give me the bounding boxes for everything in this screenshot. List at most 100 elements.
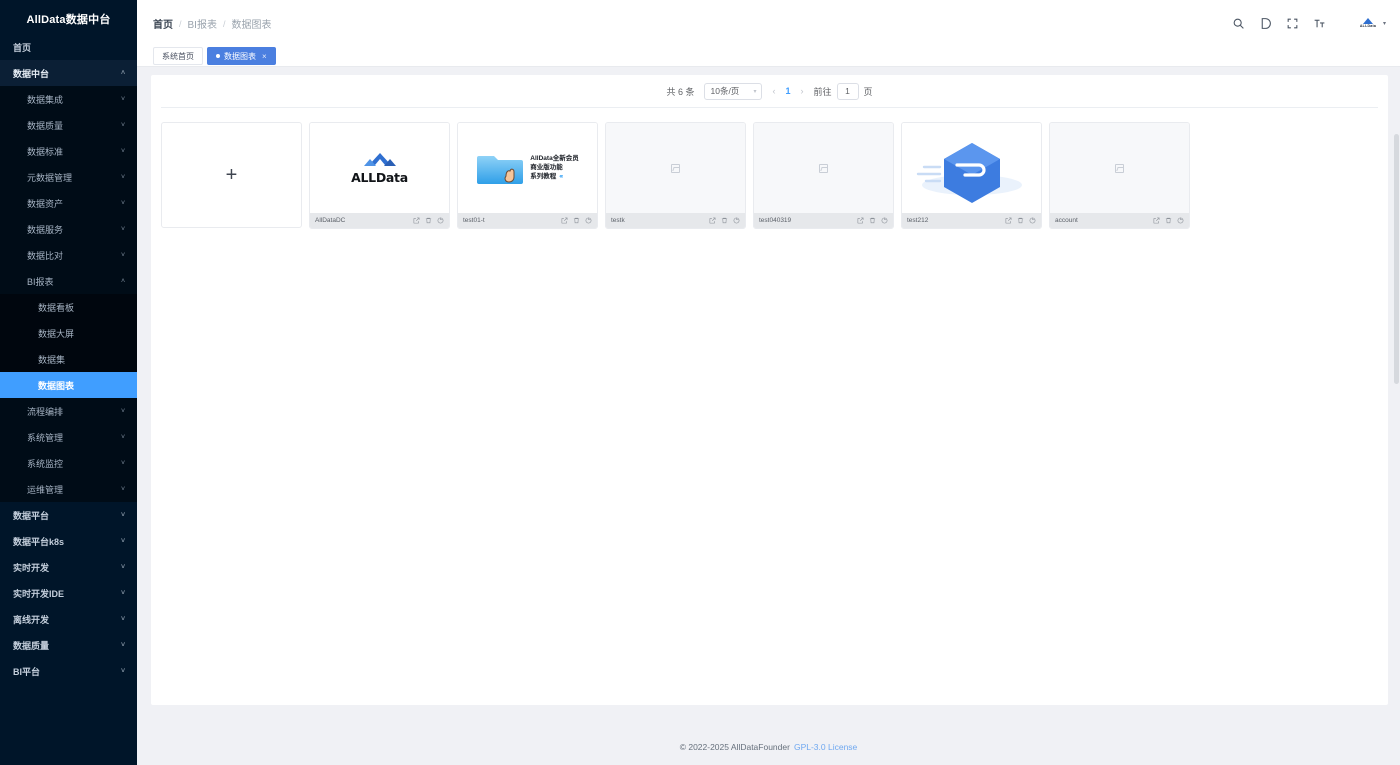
footer: © 2022-2025 AllDataFounder GPL-3.0 Licen… [137, 729, 1400, 765]
chevron-up-icon: ˄ [115, 70, 131, 77]
copy-icon[interactable] [585, 217, 592, 224]
chevron-down-icon: ▾ [753, 88, 756, 95]
fullscreen-icon[interactable] [1285, 16, 1300, 31]
breadcrumb-item-0[interactable]: 首页 [153, 16, 173, 31]
sidebar-item-23[interactable]: 数据质量˅ [0, 632, 137, 658]
sidebar-item-16[interactable]: 系统监控˅ [0, 450, 137, 476]
sidebar-item-5[interactable]: 元数据管理˅ [0, 164, 137, 190]
sidebar-item-label: 数据比对 [27, 249, 115, 262]
sidebar-item-15[interactable]: 系统管理˅ [0, 424, 137, 450]
delete-icon[interactable] [1017, 217, 1024, 224]
delete-icon[interactable] [721, 217, 728, 224]
current-page[interactable]: 1 [785, 86, 790, 96]
sidebar-item-19[interactable]: 数据平台k8s˅ [0, 528, 137, 554]
scrollbar-thumb[interactable] [1394, 134, 1399, 384]
sidebar-item-17[interactable]: 运维管理˅ [0, 476, 137, 502]
chart-card[interactable]: test040319 [753, 122, 894, 229]
add-chart-card[interactable]: + [161, 122, 302, 228]
sidebar-item-18[interactable]: 数据平台˅ [0, 502, 137, 528]
app-root: AllData数据中台 首页数据中台˄数据集成˅数据质量˅数据标准˅元数据管理˅… [0, 0, 1400, 765]
chart-card[interactable]: test212 [901, 122, 1042, 229]
copy-icon[interactable] [881, 217, 888, 224]
card-footer: AllDataDC [310, 213, 449, 228]
chart-card[interactable]: account [1049, 122, 1190, 229]
sidebar: AllData数据中台 首页数据中台˄数据集成˅数据质量˅数据标准˅元数据管理˅… [0, 0, 137, 765]
chevron-down-icon: ˅ [115, 408, 131, 415]
sidebar-item-20[interactable]: 实时开发˅ [0, 554, 137, 580]
dark-mode-icon[interactable] [1258, 16, 1273, 31]
sidebar-item-13[interactable]: 数据图表 [0, 372, 137, 398]
tab-close-icon[interactable]: × [262, 52, 267, 61]
chart-card[interactable]: AllData全新会员商业版功能系列教程‹‹‹test01-t [457, 122, 598, 229]
chevron-down-icon: ˅ [115, 252, 131, 259]
chevron-down-icon: ˅ [115, 668, 131, 675]
breadcrumb-item-2[interactable]: 数据图表 [231, 16, 271, 31]
sidebar-item-8[interactable]: 数据比对˅ [0, 242, 137, 268]
page-jump-input[interactable]: 1 [837, 83, 859, 100]
sidebar-item-4[interactable]: 数据标准˅ [0, 138, 137, 164]
broken-image-icon [1115, 164, 1124, 173]
jumper-prefix: 前往 [814, 85, 832, 98]
edit-icon[interactable] [413, 217, 420, 224]
sidebar-item-label: 数据服务 [27, 223, 115, 236]
hex-cube-thumbnail [902, 123, 1041, 213]
tab-label: 数据图表 [224, 51, 256, 62]
delete-icon[interactable] [425, 217, 432, 224]
sidebar-item-9[interactable]: BI报表˄ [0, 268, 137, 294]
copy-icon[interactable] [437, 217, 444, 224]
sidebar-item-24[interactable]: BI平台˅ [0, 658, 137, 684]
card-actions [561, 217, 592, 224]
prev-page-button[interactable]: ‹ [772, 86, 775, 96]
vertical-scrollbar[interactable] [1393, 134, 1400, 729]
chevron-down-icon: ˅ [115, 434, 131, 441]
sidebar-item-11[interactable]: 数据大屏 [0, 320, 137, 346]
font-size-icon[interactable] [1312, 16, 1327, 31]
sidebar-item-3[interactable]: 数据质量˅ [0, 112, 137, 138]
edit-icon[interactable] [1005, 217, 1012, 224]
alldata-wordmark: ALLData [351, 170, 408, 185]
user-menu[interactable]: ALLData ▾ [1357, 15, 1386, 32]
delete-icon[interactable] [573, 217, 580, 224]
sidebar-item-label: 元数据管理 [27, 171, 115, 184]
edit-icon[interactable] [857, 217, 864, 224]
sidebar-item-6[interactable]: 数据资产˅ [0, 190, 137, 216]
tutorial-line-0: AllData全新会员 [530, 155, 578, 163]
sidebar-item-label: 首页 [13, 41, 131, 54]
card-actions [1005, 217, 1036, 224]
copy-icon[interactable] [733, 217, 740, 224]
copy-icon[interactable] [1029, 217, 1036, 224]
chart-card[interactable]: ALLData AllDataDC [309, 122, 450, 229]
tab-0[interactable]: 系统首页 [153, 47, 203, 65]
delete-icon[interactable] [1165, 217, 1172, 224]
tab-1[interactable]: 数据图表 × [207, 47, 276, 65]
breadcrumb-item-1[interactable]: BI报表 [188, 16, 217, 31]
license-link[interactable]: GPL-3.0 License [794, 742, 857, 752]
chart-card[interactable]: testk [605, 122, 746, 229]
sidebar-item-7[interactable]: 数据服务˅ [0, 216, 137, 242]
edit-icon[interactable] [1153, 217, 1160, 224]
copy-icon[interactable] [1177, 217, 1184, 224]
sidebar-item-22[interactable]: 离线开发˅ [0, 606, 137, 632]
next-page-button[interactable]: › [801, 86, 804, 96]
sidebar-item-1[interactable]: 数据中台˄ [0, 60, 137, 86]
card-title: testk [611, 217, 709, 224]
sidebar-item-12[interactable]: 数据集 [0, 346, 137, 372]
content-panel: 共 6 条 10条/页 ▾ ‹ 1 › 前往 1 页 [151, 75, 1388, 705]
sidebar-item-0[interactable]: 首页 [0, 34, 137, 60]
card-title: test040319 [759, 217, 857, 224]
edit-icon[interactable] [561, 217, 568, 224]
brand-title: AllData数据中台 [0, 0, 137, 34]
card-footer: account [1050, 213, 1189, 228]
chevron-down-icon: ˅ [115, 642, 131, 649]
sidebar-item-14[interactable]: 流程编排˅ [0, 398, 137, 424]
alldata-logo-thumbnail: ALLData [351, 152, 408, 185]
page-size-select[interactable]: 10条/页 ▾ [704, 83, 762, 100]
delete-icon[interactable] [869, 217, 876, 224]
sidebar-item-2[interactable]: 数据集成˅ [0, 86, 137, 112]
sidebar-item-21[interactable]: 实时开发IDE˅ [0, 580, 137, 606]
sidebar-item-label: 数据资产 [27, 197, 115, 210]
edit-icon[interactable] [709, 217, 716, 224]
sidebar-item-10[interactable]: 数据看板 [0, 294, 137, 320]
search-icon[interactable] [1231, 16, 1246, 31]
chevron-down-icon: ˅ [115, 538, 131, 545]
